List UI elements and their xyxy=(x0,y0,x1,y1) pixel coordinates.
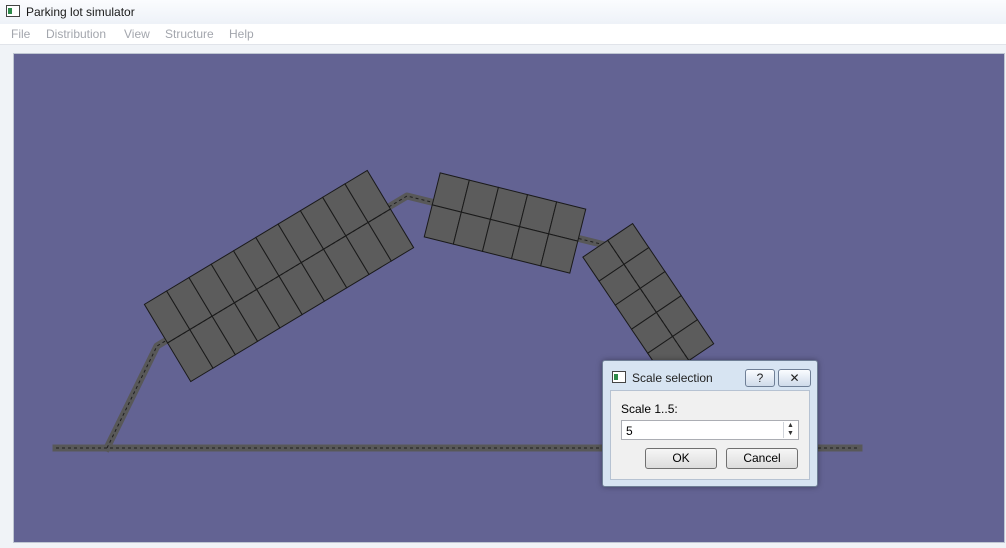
dialog-client-area: Scale 1..5: 5 ▲ ▼ OK Cancel xyxy=(610,390,810,480)
scale-selection-dialog: Scale selection ? ✕ Scale 1..5: 5 ▲ ▼ OK… xyxy=(602,360,818,487)
spin-down-icon[interactable]: ▼ xyxy=(784,430,797,438)
dialog-app-icon xyxy=(612,371,626,383)
help-button[interactable]: ? xyxy=(745,369,775,387)
parking-block-middle xyxy=(423,172,587,274)
spin-up-icon[interactable]: ▲ xyxy=(784,422,797,430)
parking-lot-scene xyxy=(52,169,863,453)
scale-value[interactable]: 5 xyxy=(626,424,633,438)
ok-button[interactable]: OK xyxy=(645,448,717,469)
parking-block-left xyxy=(143,169,415,383)
dialog-title: Scale selection xyxy=(632,371,713,385)
scale-spinbox[interactable]: 5 ▲ ▼ xyxy=(621,420,799,440)
close-button[interactable]: ✕ xyxy=(778,369,811,387)
scale-prompt-label: Scale 1..5: xyxy=(621,402,678,416)
spin-arrows: ▲ ▼ xyxy=(783,422,797,438)
parking-block-right xyxy=(582,222,715,378)
cancel-button[interactable]: Cancel xyxy=(726,448,798,469)
